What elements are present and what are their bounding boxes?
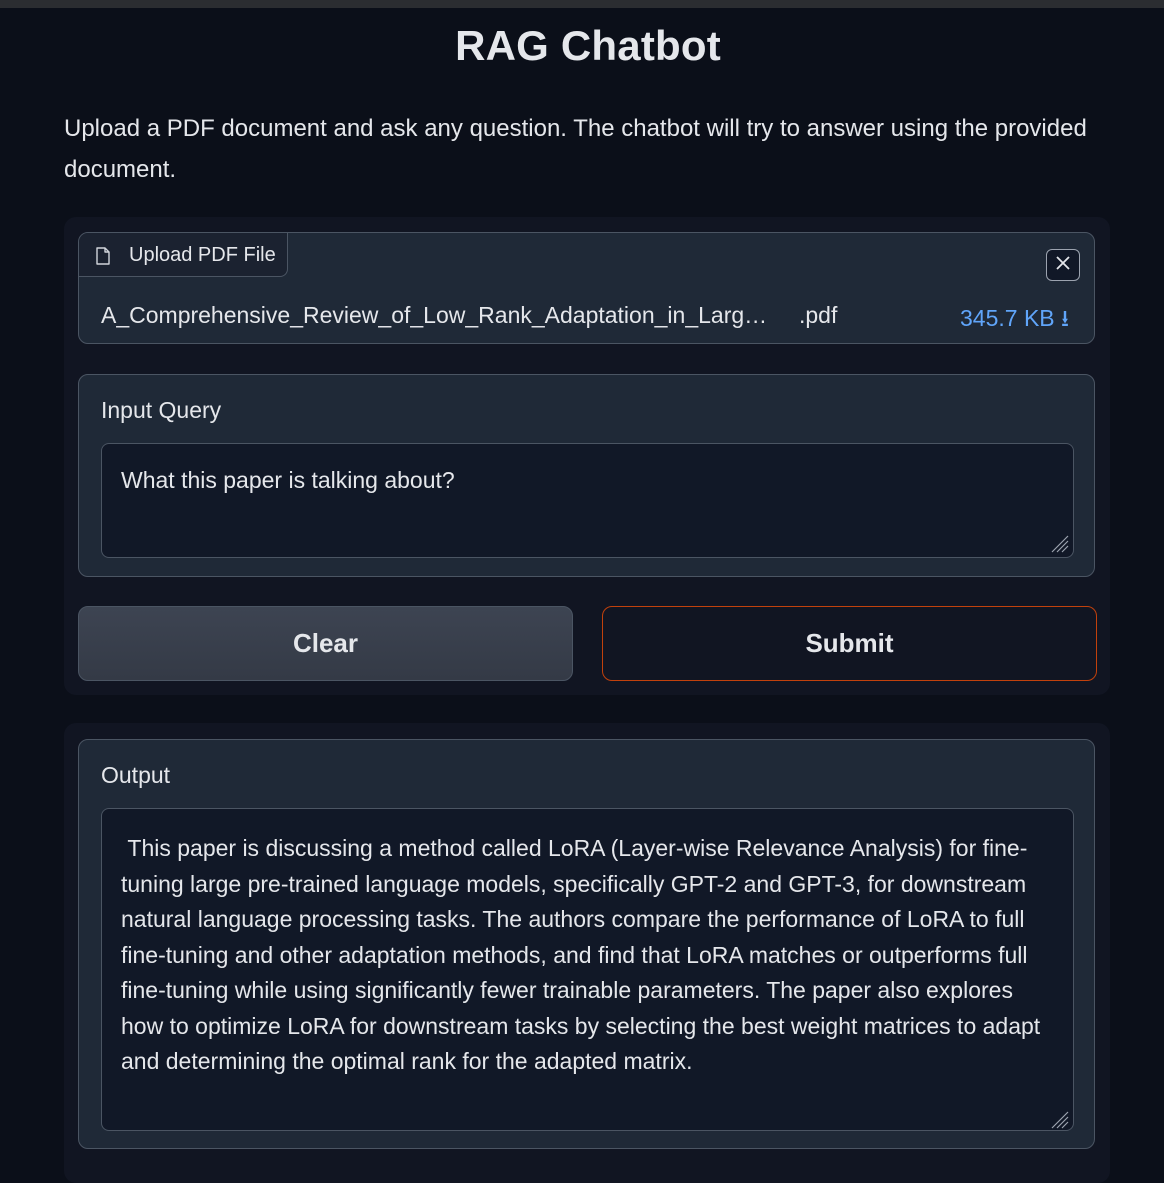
resize-handle-icon[interactable] [1047, 1104, 1069, 1129]
page-title: RAG Chatbot [455, 22, 721, 69]
input-query-text: What this paper is talking about? [121, 467, 455, 493]
output-panel: Output This paper is discussing a method… [78, 739, 1095, 1149]
output-label: Output [101, 762, 171, 788]
resize-handle-icon[interactable] [1047, 531, 1069, 553]
file-extension: .pdf [799, 302, 838, 328]
input-query-label: Input Query [101, 397, 222, 423]
close-icon [1056, 255, 1070, 275]
file-upload-panel: Upload PDF File A_Comprehensive_Review_o… [78, 232, 1095, 344]
file-size-download-link[interactable]: 345.7 KB ⭳ [960, 302, 1069, 341]
output-text: This paper is discussing a method called… [121, 835, 1047, 1074]
file-name: A_Comprehensive_Review_of_Low_Rank_Adapt… [101, 302, 768, 328]
file-upload-label: Upload PDF File [79, 233, 288, 277]
input-query-panel: Input Query What this paper is talking a… [78, 374, 1095, 577]
clear-button[interactable]: Clear [78, 606, 573, 681]
input-query-field[interactable]: What this paper is talking about? [101, 443, 1074, 558]
top-bar [0, 0, 1164, 8]
remove-file-button[interactable] [1046, 249, 1080, 281]
file-icon [96, 247, 110, 265]
file-upload-label-text: Upload PDF File [129, 244, 276, 266]
page-description: Upload a PDF document and ask any questi… [64, 115, 1087, 183]
output-field[interactable]: This paper is discussing a method called… [101, 808, 1074, 1131]
submit-button[interactable]: Submit [602, 606, 1097, 681]
